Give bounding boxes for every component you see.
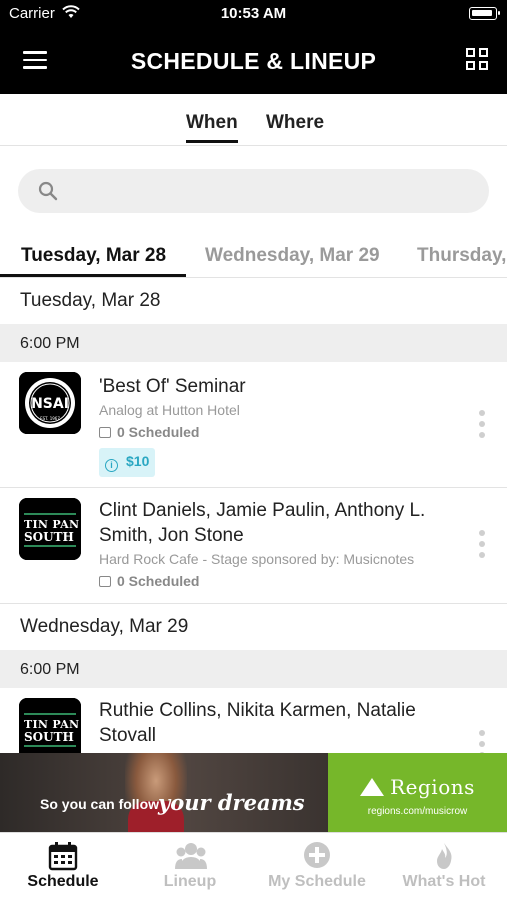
tab-label: What's Hot: [402, 873, 486, 890]
ad-brand: Regions: [390, 775, 475, 799]
regions-logo: Regions: [328, 775, 507, 799]
price-label: $10: [126, 453, 150, 469]
tab-label: Lineup: [163, 873, 217, 890]
list-item[interactable]: TIN PAN SOUTH Clint Daniels, Jamie Paulin…: [0, 488, 507, 604]
list-item[interactable]: TIN PAN SOUTH Ruthie Collins, Nikita Karm…: [0, 688, 507, 753]
tab-when[interactable]: When: [186, 112, 238, 143]
ad-banner[interactable]: So you can follow your dreams Regions re…: [0, 753, 507, 832]
more-options-icon[interactable]: [479, 530, 485, 563]
battery-icon: [469, 7, 500, 20]
calendar-icon: [99, 576, 111, 587]
event-title: 'Best Of' Seminar: [99, 376, 246, 397]
grid-view-icon[interactable]: [466, 48, 489, 71]
logo-text-2: SOUTH: [24, 530, 74, 544]
date-header: Wednesday, Mar 29: [0, 604, 507, 650]
flame-icon: [437, 843, 452, 869]
scheduled-label: 0 Scheduled: [117, 424, 200, 440]
tin-pan-south-logo: TIN PAN SOUTH: [19, 698, 81, 753]
more-options-icon[interactable]: [479, 730, 485, 753]
day-tabs: Tuesday, Mar 28 Wednesday, Mar 29 Thursd…: [0, 232, 507, 278]
clock: 10:53 AM: [220, 5, 287, 22]
ad-tagline: So you can follow: [40, 796, 160, 812]
tab-where[interactable]: Where: [266, 112, 324, 134]
schedule-list[interactable]: Tuesday, Mar 28 6:00 PM NSAI EST. 1967 '…: [0, 278, 507, 753]
scheduled-label: 0 Scheduled: [117, 573, 200, 589]
segment-control: When Where: [0, 94, 507, 146]
search-input[interactable]: [18, 169, 489, 213]
logo-text-2: SOUTH: [24, 730, 74, 744]
tab-schedule[interactable]: Schedule: [0, 833, 126, 900]
event-title: Ruthie Collins, Nikita Karmen, Natalie S…: [99, 700, 416, 746]
event-venue: Analog at Hutton Hotel: [99, 402, 240, 418]
tab-lineup[interactable]: Lineup: [127, 833, 253, 900]
event-venue: Hard Rock Cafe - Stage sponsored by: Mus…: [99, 551, 415, 567]
day-tab-tuesday[interactable]: Tuesday, Mar 28: [21, 245, 166, 267]
more-options-icon[interactable]: [479, 410, 485, 443]
plus-circle-icon: [304, 842, 330, 868]
tab-my-schedule[interactable]: My Schedule: [254, 833, 380, 900]
nsai-logo: NSAI EST. 1967: [19, 372, 81, 434]
ad-photo: So you can follow your dreams: [0, 753, 328, 832]
time-header: 6:00 PM: [0, 324, 507, 362]
nsai-logo-subtext: EST. 1967: [40, 416, 60, 421]
scheduled-count: 0 Scheduled: [99, 573, 459, 589]
price-badge: i $10: [99, 448, 156, 477]
nsai-logo-text: NSAI: [31, 396, 69, 412]
ad-tagline-script: your dreams: [158, 790, 305, 815]
search-icon: [38, 181, 58, 201]
tab-label: Schedule: [27, 873, 99, 890]
ad-url: regions.com/musicrow: [367, 806, 468, 817]
status-bar: Carrier 10:53 AM: [0, 0, 507, 28]
tab-whats-hot[interactable]: What's Hot: [381, 833, 507, 900]
info-icon: i: [105, 459, 118, 472]
event-title: Clint Daniels, Jamie Paulin, Anthony L. …: [99, 500, 426, 546]
list-item[interactable]: NSAI EST. 1967 'Best Of' Seminar Analog …: [0, 362, 507, 488]
time-header: 6:00 PM: [0, 650, 507, 688]
tin-pan-south-logo: TIN PAN SOUTH: [19, 498, 81, 560]
day-tab-wednesday[interactable]: Wednesday, Mar 29: [205, 245, 380, 267]
day-tab-thursday[interactable]: Thursday,: [417, 245, 506, 267]
scheduled-count: 0 Scheduled: [99, 424, 459, 440]
date-header: Tuesday, Mar 28: [0, 278, 507, 324]
ad-brand-panel: Regions regions.com/musicrow: [328, 753, 507, 832]
tab-label: My Schedule: [268, 873, 366, 890]
calendar-icon: [48, 842, 78, 871]
calendar-icon: [99, 427, 111, 438]
app-header: SCHEDULE & LINEUP: [0, 28, 507, 94]
day-tab-indicator: [0, 274, 186, 277]
tab-bar: Schedule Lineup My Schedule What's Hot: [0, 832, 507, 900]
regions-triangle-icon: [360, 778, 385, 796]
page-title: SCHEDULE & LINEUP: [130, 48, 377, 74]
people-icon: [175, 843, 207, 869]
